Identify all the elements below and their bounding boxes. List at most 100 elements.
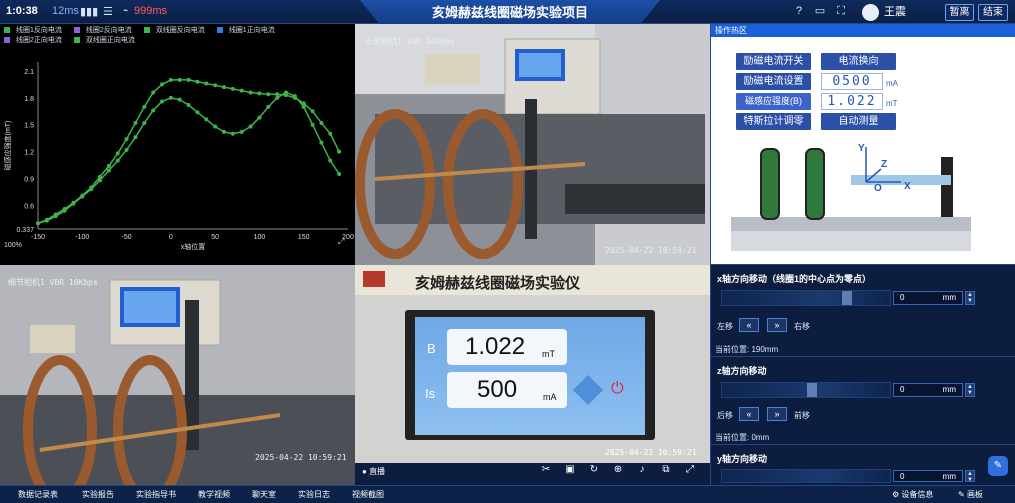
data-point (115, 158, 120, 163)
z-input[interactable]: 0 mm (893, 383, 963, 397)
data-point (124, 137, 129, 142)
z-stepper[interactable]: ▲ ▼ (965, 383, 975, 397)
b-value: 1.022 (465, 333, 526, 360)
page-title: 亥姆赫兹线圈磁场实验项目 (360, 0, 660, 26)
b-field-label: 磁感应强度(B) (736, 93, 811, 110)
data-point (124, 147, 129, 152)
z-move-title: z轴方向移动 (717, 366, 767, 376)
data-point (177, 97, 182, 102)
z-current-position: 当前位置: 0mm (715, 433, 770, 442)
current-unit: mA (886, 79, 898, 88)
bottom-nav: 数据记录表 实验报告 实验指导书 教学视频 聊天室 实验日志 视频截图 ⚙ 设备… (0, 485, 1015, 503)
b-label: B (427, 341, 436, 356)
y-tick-label: 0.6 (24, 203, 34, 210)
x-input-value: 0 (900, 293, 905, 302)
leave-button[interactable]: 暂离 (945, 4, 974, 21)
device-info-label: 设备信息 (901, 490, 934, 499)
x-right-button[interactable]: » (767, 318, 787, 332)
x-slider-handle[interactable] (842, 291, 852, 305)
nav-data-table[interactable]: 数据记录表 (18, 489, 58, 500)
refresh-icon[interactable]: ↻ (588, 464, 600, 476)
data-point (186, 77, 191, 82)
fullscreen-icon[interactable]: ⛶ (834, 4, 848, 18)
data-point (106, 163, 111, 168)
data-point (213, 83, 218, 88)
forward-move-label: 前移 (794, 411, 810, 420)
camera-instrument[interactable]: 亥姆赫兹线圈磁场实验仪 B 1.022 mT Is 500 mA ⏻ 2025-… (355, 265, 710, 463)
camera-detail[interactable]: 细节相机1 VBR 10Kbps 2025-04-22 10:59:21 (0, 265, 355, 485)
y-stepper[interactable]: ▲ ▼ (965, 470, 975, 483)
camera-panorama-label: 全景相机1 VBR 24Kbps (365, 37, 455, 46)
fullscreen-video-icon[interactable]: ⤢ (684, 464, 696, 476)
z-back-button[interactable]: « (739, 407, 759, 421)
x-tick-label: 150 (298, 234, 310, 241)
nav-log[interactable]: 实验日志 (298, 489, 330, 500)
nav-guide[interactable]: 实验指导书 (136, 489, 176, 500)
crop-icon[interactable]: ✂ (540, 464, 552, 476)
ops-header: 操作热区 (711, 24, 1015, 37)
volume-icon[interactable]: ♪ (636, 464, 648, 476)
y-input-value: 0 (900, 472, 905, 481)
nav-video[interactable]: 教学视频 (198, 489, 230, 500)
latency-readout: 12ms (52, 5, 79, 17)
y-tick-label: 1.2 (24, 150, 34, 157)
data-point (248, 124, 253, 129)
z-forward-button[interactable]: » (767, 407, 787, 421)
coil-current-switch-button[interactable]: 励磁电流开关 (736, 53, 811, 70)
snapshot-icon[interactable]: ▣ (564, 464, 576, 476)
current-reverse-button[interactable]: 电流换向 (821, 53, 896, 70)
y-tick-label: 1.8 (24, 96, 34, 103)
tesla-zero-button[interactable]: 特斯拉计调零 (736, 113, 811, 130)
is-unit: mA (543, 392, 557, 402)
nav-screenshot[interactable]: 视频截图 (352, 489, 384, 500)
data-point (133, 135, 138, 140)
left-move-label: 左移 (717, 322, 733, 331)
x-slider[interactable] (721, 290, 891, 306)
x-left-button[interactable]: « (739, 318, 759, 332)
data-point (115, 151, 120, 156)
data-point (204, 117, 209, 122)
b-field-unit: mT (886, 99, 898, 108)
data-point (275, 95, 280, 100)
z-slider-handle[interactable] (807, 383, 817, 397)
camera-panorama[interactable]: 全景相机1 VBR 24Kbps 2025-04-22 10:59:21 (355, 24, 710, 265)
z-input-value: 0 (900, 385, 905, 394)
z-slider[interactable] (721, 382, 891, 398)
y-tick-label: 0.9 (24, 177, 34, 184)
y-slider[interactable] (721, 469, 891, 483)
end-button[interactable]: 结束 (978, 4, 1008, 21)
chat-float-button[interactable]: ✎ (988, 456, 1008, 476)
nav-report[interactable]: 实验报告 (82, 489, 114, 500)
expand-icon[interactable]: ⤢ (338, 237, 344, 247)
x-input[interactable]: 0 mm (893, 291, 963, 305)
pip-icon[interactable]: ⧉ (660, 464, 672, 476)
x-current-position: 当前位置: 190mm (715, 345, 779, 354)
nav-chat[interactable]: 聊天室 (252, 489, 276, 500)
help-icon[interactable]: ? (792, 4, 806, 18)
data-point (328, 131, 333, 136)
data-point (222, 129, 226, 134)
data-point (248, 90, 253, 95)
data-point (301, 104, 306, 109)
y-move-section: y轴方向移动 0 mm ▲ ▼ (711, 444, 1015, 485)
camera-instrument-time: 2025-04-22 10:59:21 (605, 448, 697, 457)
data-point (239, 129, 244, 134)
record-icon[interactable]: ▭ (813, 4, 827, 18)
board-link[interactable]: ✎ 画板 (958, 489, 983, 500)
data-point (44, 218, 49, 223)
zoom-icon[interactable]: ⊕ (612, 464, 624, 476)
device-info-link[interactable]: ⚙ 设备信息 (892, 489, 933, 500)
auto-measure-button[interactable]: 自动测量 (821, 113, 896, 130)
camera-detail-view (0, 265, 355, 485)
current-setting-display[interactable]: 0500 (821, 73, 883, 90)
data-point (36, 221, 40, 226)
user-profile[interactable]: 王震 (862, 3, 906, 21)
rtt-readout: 999ms (134, 5, 168, 17)
x-tick-label: 50 (211, 234, 219, 241)
y-input-unit: mm (942, 472, 956, 481)
b-unit: mT (542, 349, 555, 359)
axis-z-label: Z (881, 159, 888, 170)
y-input[interactable]: 0 mm (893, 470, 963, 482)
x-stepper[interactable]: ▲ ▼ (965, 291, 975, 305)
menu-icon[interactable]: ☰ (103, 5, 113, 18)
